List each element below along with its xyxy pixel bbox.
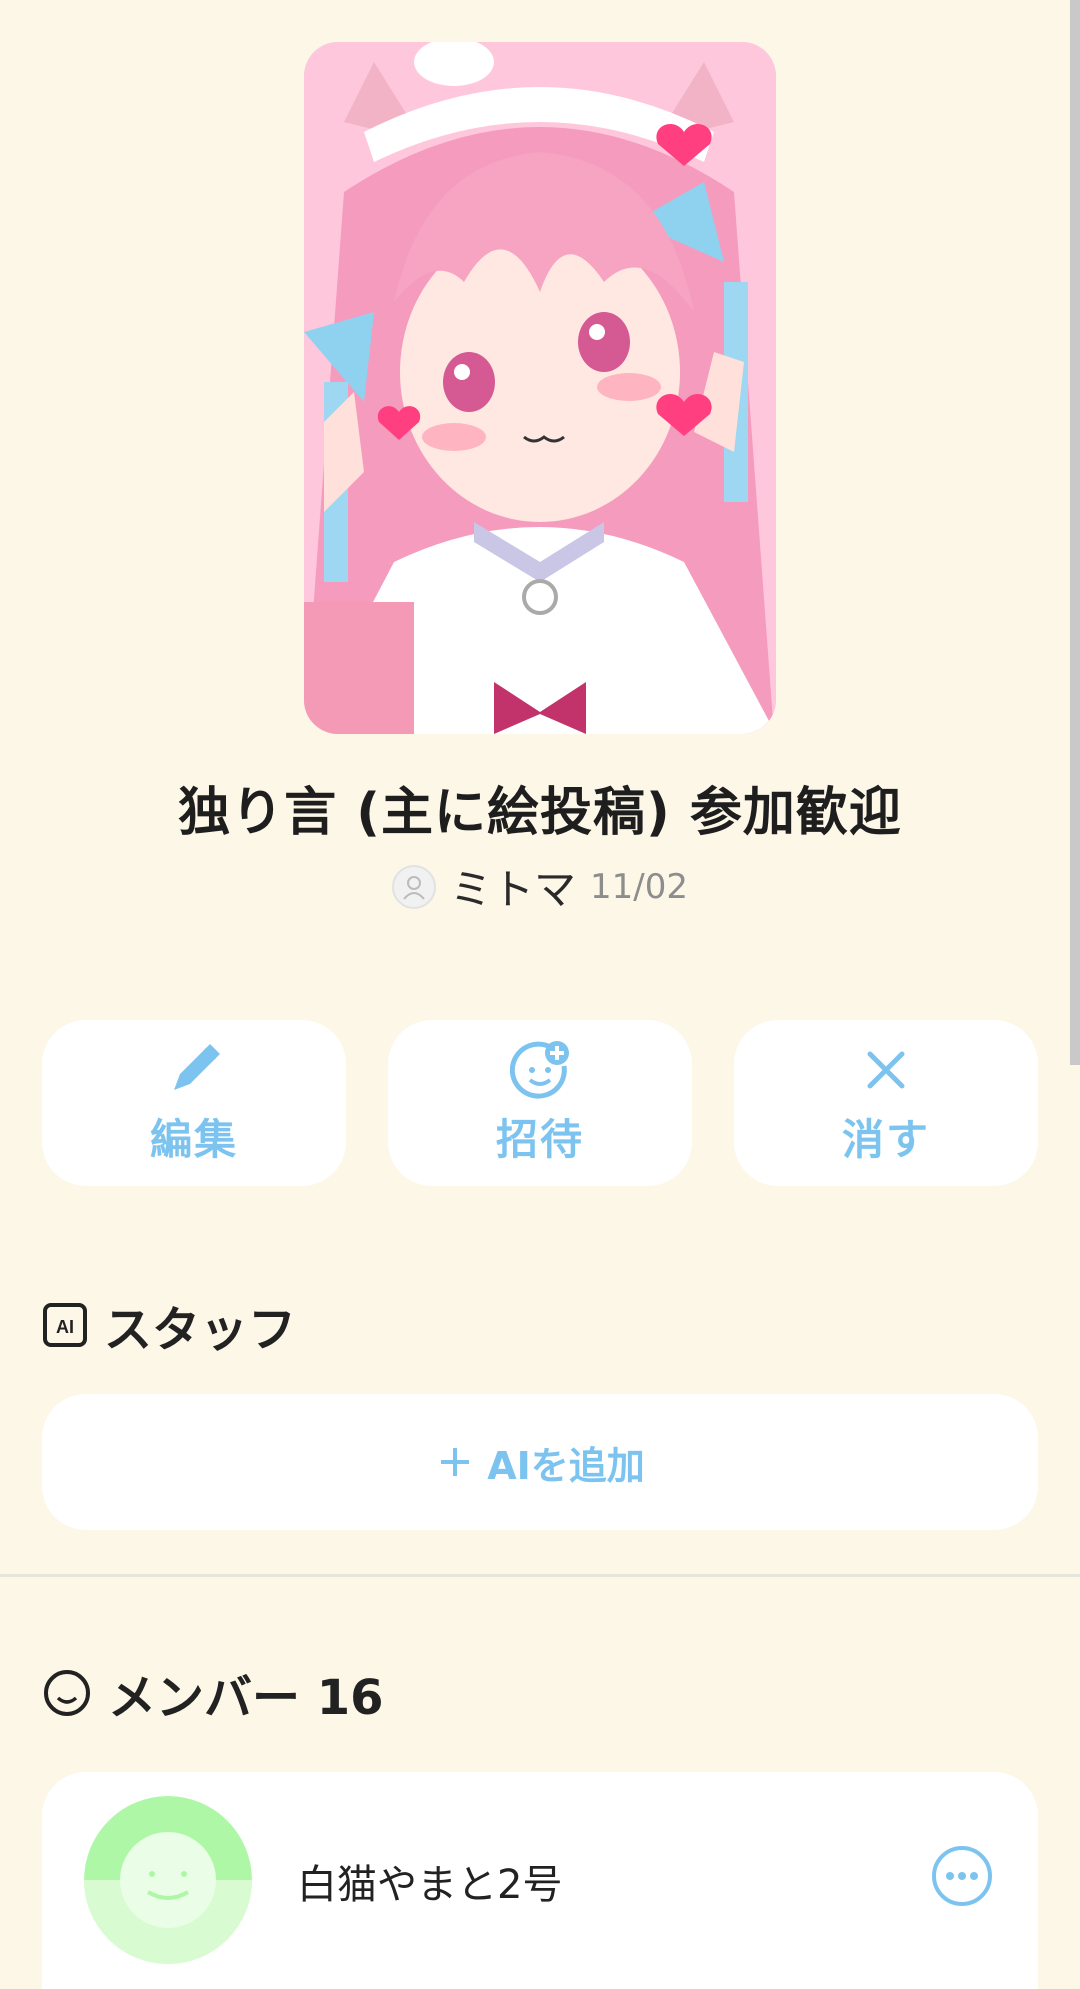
author-avatar[interactable] (392, 864, 436, 909)
close-icon (867, 1051, 905, 1088)
add-ai-label: AIを追加 (487, 1443, 645, 1488)
staff-heading: スタッフ (104, 1302, 297, 1358)
invite-button[interactable]: 招待 (388, 1020, 692, 1186)
svg-text:AI: AI (56, 1317, 74, 1337)
pencil-icon (174, 1043, 220, 1090)
add-ai-button[interactable]: AIを追加 (42, 1394, 1038, 1530)
ai-badge-icon: AI (43, 1303, 87, 1347)
invite-label: 招待 (495, 1114, 584, 1164)
member-avatar[interactable] (84, 1796, 252, 1964)
add-person-icon (510, 1040, 569, 1099)
post-title: 独り言 (主に絵投稿) 参加歓迎 (178, 783, 902, 843)
edit-button[interactable]: 編集 (42, 1020, 346, 1186)
plus-icon (441, 1448, 470, 1476)
delete-label: 消す (841, 1114, 930, 1164)
edit-label: 編集 (149, 1114, 238, 1164)
cover-image[interactable] (304, 42, 776, 734)
post-date: 11/02 (590, 866, 688, 907)
member-name: 白猫やまと2号 (297, 1862, 563, 1908)
delete-button[interactable]: 消す (734, 1020, 1038, 1186)
more-options-icon[interactable] (930, 1844, 994, 1908)
group-detail-page: 独り言 (主に絵投稿) 参加歓迎 ミトマ 11/02 編集 招待 消す AI ス… (0, 0, 1080, 1989)
smiley-icon (44, 1670, 90, 1716)
author-row[interactable]: ミトマ 11/02 (0, 856, 1080, 917)
member-list-item[interactable]: 白猫やまと2号 (42, 1772, 1038, 1989)
author-name[interactable]: ミトマ (450, 856, 576, 917)
members-heading: メンバー 16 (108, 1670, 384, 1726)
members-header: メンバー 16 (42, 1658, 384, 1728)
divider (0, 1574, 1080, 1577)
staff-header: AI スタッフ (42, 1290, 296, 1360)
action-row: 編集 招待 消す (42, 1020, 1038, 1186)
